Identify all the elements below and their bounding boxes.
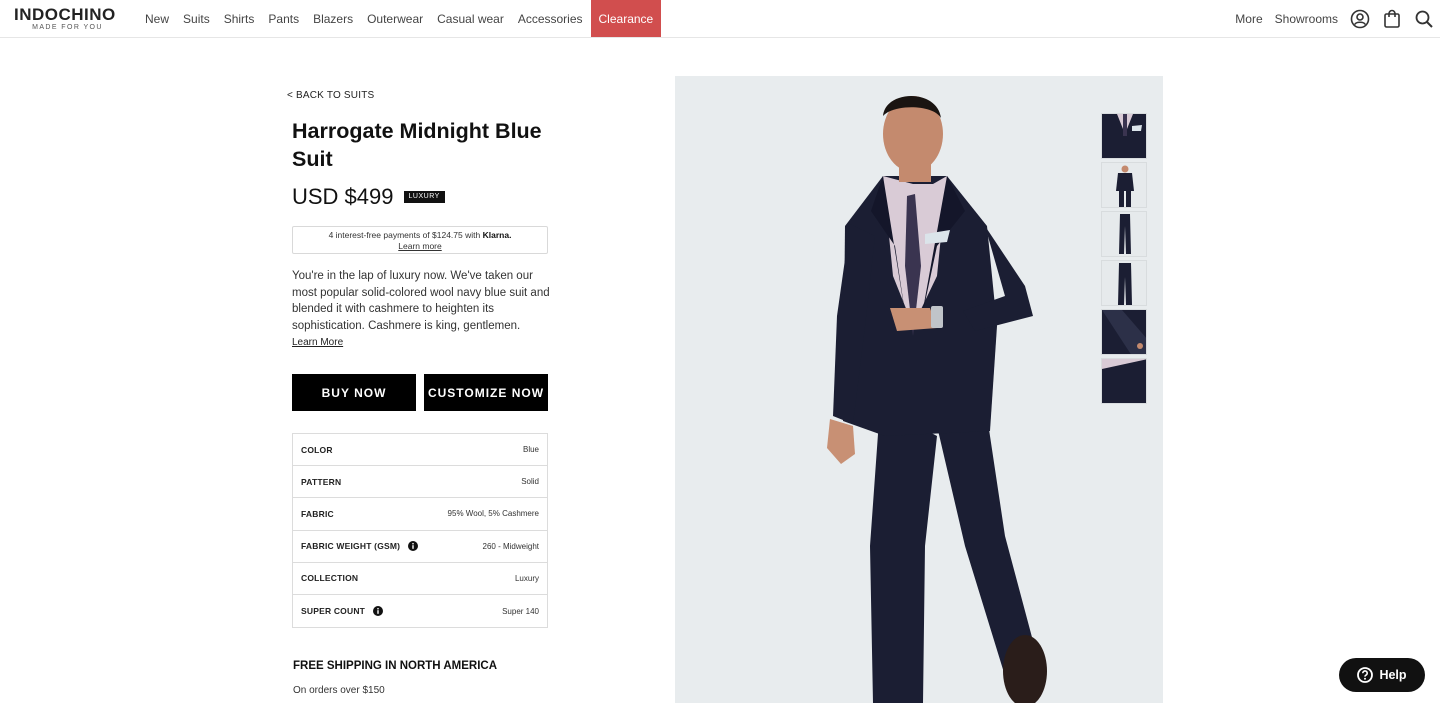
thumbnail-4[interactable] [1101, 260, 1147, 306]
learn-more-link[interactable]: Learn More [292, 337, 343, 348]
shopping-bag-icon[interactable] [1376, 0, 1408, 37]
nav-item-new[interactable]: New [138, 0, 176, 37]
spec-table: COLOR Blue PATTERN Solid FABRIC 95% Wool… [292, 433, 548, 629]
nav-item-accessories[interactable]: Accessories [511, 0, 590, 37]
account-icon[interactable] [1344, 0, 1376, 37]
site-header: INDOCHINO MADE FOR YOU New Suits Shirts … [0, 0, 1440, 38]
thumbnail-image [1102, 114, 1146, 158]
customize-now-button[interactable]: CUSTOMIZE NOW [424, 374, 548, 411]
spec-label: PATTERN [301, 476, 342, 487]
thumbnail-image [1102, 310, 1146, 354]
brand-name: INDOCHINO [14, 5, 116, 24]
spec-label: FABRIC [301, 508, 334, 519]
spec-row-fabric: FABRIC 95% Wool, 5% Cashmere [293, 498, 547, 531]
product-title: Harrogate Midnight Blue Suit [292, 119, 542, 171]
info-icon[interactable] [408, 541, 419, 552]
klarna-learn-more-link[interactable]: Learn more [293, 241, 547, 252]
spec-row-collection: COLLECTION Luxury [293, 563, 547, 595]
spec-value: 260 - Midweight [482, 541, 539, 551]
thumbnail-5[interactable] [1101, 309, 1147, 355]
info-icon[interactable] [373, 606, 384, 617]
spec-value: Solid [521, 477, 539, 487]
model-in-suit-illustration [827, 96, 1047, 703]
spec-label-with-info: FABRIC WEIGHT (GSM) [301, 541, 419, 552]
search-icon[interactable] [1408, 0, 1440, 37]
klarna-text: 4 interest-free payments of $124.75 with [328, 230, 481, 240]
nav-item-blazers[interactable]: Blazers [306, 0, 360, 37]
thumbnail-2[interactable] [1101, 162, 1147, 208]
nav-item-pants[interactable]: Pants [261, 0, 306, 37]
thumbnail-image [1102, 163, 1146, 207]
back-to-suits-link[interactable]: < BACK TO SUITS [287, 90, 374, 101]
luxury-badge: LUXURY [403, 191, 445, 203]
nav-item-showrooms[interactable]: Showrooms [1269, 12, 1344, 26]
price-row: USD $499 LUXURY [292, 184, 445, 210]
thumbnail-strip [1101, 113, 1147, 407]
spec-label-with-info: SUPER COUNT [301, 606, 384, 617]
spec-row-super-count: SUPER COUNT Super 140 [293, 595, 547, 627]
brand-tagline: MADE FOR YOU [32, 24, 103, 31]
nav-item-suits[interactable]: Suits [176, 0, 217, 37]
main-nav: New Suits Shirts Pants Blazers Outerwear… [138, 0, 662, 37]
spec-row-fabric-weight: FABRIC WEIGHT (GSM) 260 - Midweight [293, 531, 547, 563]
product-description: You're in the lap of luxury now. We've t… [292, 270, 550, 332]
spec-label: FABRIC WEIGHT (GSM) [301, 541, 401, 552]
klarna-brand: Klarna. [482, 230, 512, 240]
nav-item-more[interactable]: More [1229, 12, 1268, 26]
spec-row-pattern: PATTERN Solid [293, 466, 547, 499]
spec-label: COLOR [301, 444, 333, 455]
shipping-subtitle: On orders over $150 [293, 685, 385, 696]
spec-value: Blue [522, 445, 539, 455]
thumbnail-image [1102, 261, 1146, 305]
product-photo[interactable] [675, 76, 1163, 703]
thumbnail-6[interactable] [1101, 358, 1147, 404]
shipping-title: FREE SHIPPING IN NORTH AMERICA [293, 660, 498, 672]
help-label: Help [1379, 668, 1407, 682]
nav-item-shirts[interactable]: Shirts [217, 0, 262, 37]
nav-item-casual-wear[interactable]: Casual wear [430, 0, 511, 37]
buy-now-button[interactable]: BUY NOW [292, 374, 416, 411]
spec-value: Luxury [514, 573, 539, 583]
thumbnail-1[interactable] [1101, 113, 1147, 159]
brand-logo[interactable]: INDOCHINO MADE FOR YOU [14, 6, 122, 34]
spec-label: SUPER COUNT [301, 606, 366, 617]
nav-item-clearance[interactable]: Clearance [590, 0, 662, 37]
spec-label: COLLECTION [301, 573, 359, 584]
header-utilities: More Showrooms [1229, 0, 1440, 37]
thumbnail-image [1102, 359, 1146, 403]
thumbnail-image [1102, 212, 1146, 256]
spec-value: 95% Wool, 5% Cashmere [447, 509, 539, 519]
question-circle-icon [1357, 667, 1374, 683]
thumbnail-3[interactable] [1101, 211, 1147, 257]
spec-value: Super 140 [502, 606, 539, 616]
nav-item-outerwear[interactable]: Outerwear [360, 0, 430, 37]
klarna-banner: 4 interest-free payments of $124.75 with… [292, 226, 548, 254]
product-price: USD $499 [292, 184, 394, 209]
spec-row-color: COLOR Blue [293, 434, 547, 467]
help-button[interactable]: Help [1339, 658, 1425, 692]
